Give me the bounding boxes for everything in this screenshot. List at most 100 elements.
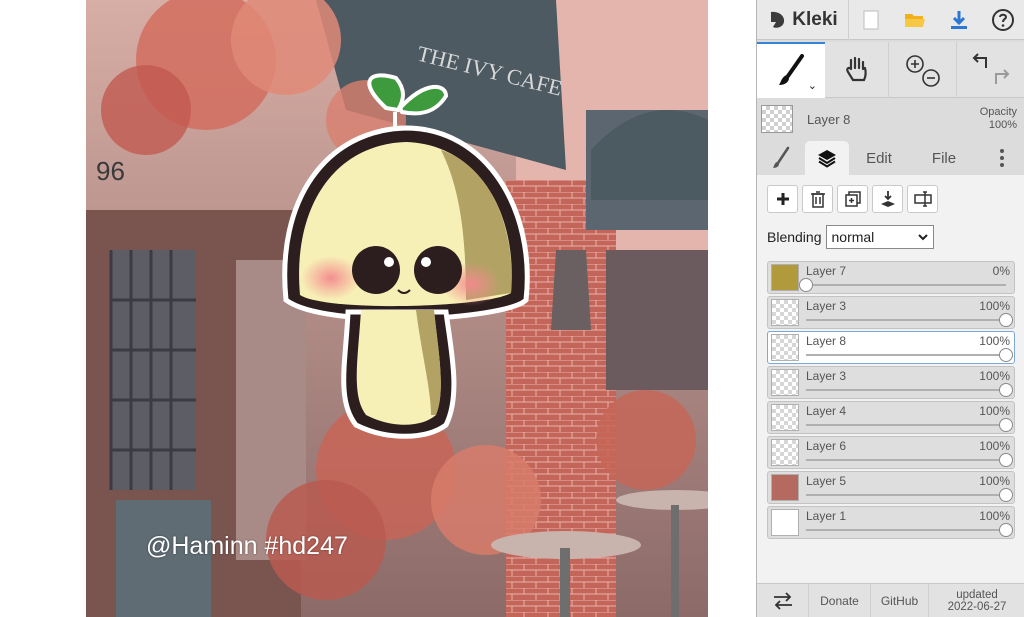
help-button[interactable] bbox=[981, 0, 1024, 40]
layer-row[interactable]: Layer 5 100% bbox=[767, 471, 1015, 504]
layer-thumbnail bbox=[771, 439, 799, 466]
blending-label: Blending bbox=[767, 229, 822, 245]
layer-row[interactable]: Layer 3 100% bbox=[767, 366, 1015, 399]
layer-opacity-slider[interactable] bbox=[806, 313, 1013, 327]
chevron-down-icon bbox=[917, 233, 928, 240]
add-layer-button[interactable] bbox=[767, 185, 798, 213]
donate-link[interactable]: Donate bbox=[809, 583, 871, 617]
blending-value: normal bbox=[831, 229, 875, 245]
slider-handle[interactable] bbox=[799, 278, 813, 292]
layer-row[interactable]: Layer 6 100% bbox=[767, 436, 1015, 469]
layer-thumbnail bbox=[771, 264, 799, 291]
layer-name: Layer 4 bbox=[806, 404, 847, 418]
house-number: 96 bbox=[96, 156, 125, 186]
rename-layer-button[interactable] bbox=[907, 185, 938, 213]
github-link[interactable]: GitHub bbox=[871, 583, 929, 617]
layer-opacity: 100% bbox=[979, 299, 1010, 313]
layer-opacity-slider[interactable] bbox=[799, 278, 1006, 292]
slider-handle[interactable] bbox=[999, 523, 1013, 537]
kleki-logo-icon bbox=[771, 11, 785, 28]
layer-thumbnail bbox=[771, 404, 799, 431]
slider-handle[interactable] bbox=[999, 488, 1013, 502]
layer-opacity-slider[interactable] bbox=[806, 453, 1013, 467]
plus-icon bbox=[776, 193, 789, 205]
delete-layer-button[interactable] bbox=[802, 185, 833, 213]
panel-tabs: Edit File bbox=[757, 139, 1024, 175]
canvas-area[interactable]: THE IVY CAFE 96 @Haminn #hd247 bbox=[0, 0, 756, 617]
sidebar-footer: Donate GitHub updated 2022-06-27 bbox=[757, 583, 1024, 617]
drawing-canvas[interactable]: THE IVY CAFE 96 @Haminn #hd247 bbox=[86, 0, 708, 617]
download-button[interactable] bbox=[937, 0, 981, 40]
slider-handle[interactable] bbox=[999, 418, 1013, 432]
brush-icon bbox=[779, 54, 804, 85]
undo-redo-controls bbox=[957, 42, 1024, 98]
more-options-button[interactable] bbox=[979, 141, 1024, 175]
layers-icon bbox=[818, 150, 836, 168]
chevron-down-icon[interactable]: ⌄ bbox=[808, 79, 817, 92]
sidebar-panel: Kleki ⌄ Layer 8 Opacity 100% Edit File B… bbox=[756, 0, 1024, 617]
layer-row[interactable]: Layer 7 0% bbox=[767, 261, 1015, 294]
layer-row[interactable]: Layer 1 100% bbox=[767, 506, 1015, 539]
layer-opacity-slider[interactable] bbox=[806, 348, 1013, 362]
layer-name: Layer 3 bbox=[806, 369, 847, 383]
current-layer-info: Layer 8 Opacity 100% bbox=[757, 99, 1024, 139]
layer-opacity: 100% bbox=[979, 439, 1010, 453]
open-file-button[interactable] bbox=[893, 0, 937, 40]
slider-handle[interactable] bbox=[999, 348, 1013, 362]
layer-opacity: 100% bbox=[979, 404, 1010, 418]
layer-name: Layer 1 bbox=[806, 509, 847, 523]
help-icon bbox=[992, 9, 1014, 31]
undo-redo-icon[interactable] bbox=[966, 50, 1016, 90]
tab-edit[interactable]: Edit bbox=[849, 141, 909, 175]
canvas-artwork: THE IVY CAFE 96 bbox=[86, 0, 708, 617]
slider-handle[interactable] bbox=[999, 383, 1013, 397]
duplicate-icon bbox=[844, 191, 861, 207]
layers-panel: Blending normal Layer 7 0% Layer 3 100% bbox=[757, 175, 1024, 583]
swap-sides-button[interactable] bbox=[757, 583, 809, 617]
watermark-text: @Haminn #hd247 bbox=[146, 532, 348, 560]
download-icon bbox=[951, 11, 967, 29]
layer-opacity: 100% bbox=[979, 509, 1010, 523]
layer-name: Layer 6 bbox=[806, 439, 847, 453]
opacity-label: Opacity bbox=[979, 106, 1017, 118]
blending-select[interactable]: normal bbox=[825, 225, 934, 249]
top-toolbar: Kleki bbox=[757, 0, 1024, 40]
layer-opacity-slider[interactable] bbox=[806, 418, 1013, 432]
zoom-in-out-icon[interactable] bbox=[899, 50, 947, 90]
layer-opacity: 100% bbox=[979, 369, 1010, 383]
slider-handle[interactable] bbox=[999, 453, 1013, 467]
layer-opacity-slider[interactable] bbox=[806, 383, 1013, 397]
brush-tab-icon bbox=[773, 146, 790, 168]
logo-text: Kleki bbox=[792, 9, 838, 30]
layer-row[interactable]: Layer 8 100% bbox=[767, 331, 1015, 364]
app-logo[interactable]: Kleki bbox=[757, 0, 849, 40]
layer-opacity-slider[interactable] bbox=[806, 523, 1013, 537]
slider-handle[interactable] bbox=[999, 313, 1013, 327]
updated-label: updated bbox=[956, 588, 998, 601]
layer-name: Layer 7 bbox=[806, 264, 847, 278]
tab-brush[interactable] bbox=[757, 141, 805, 175]
merge-down-icon bbox=[880, 191, 895, 207]
tool-row: ⌄ bbox=[757, 42, 1024, 98]
layer-opacity: 100% bbox=[979, 474, 1010, 488]
current-layer-opacity: Opacity 100% bbox=[980, 106, 1017, 132]
duplicate-layer-button[interactable] bbox=[837, 185, 868, 213]
layer-row[interactable]: Layer 3 100% bbox=[767, 296, 1015, 329]
current-layer-name: Layer 8 bbox=[807, 111, 851, 127]
merge-down-button[interactable] bbox=[872, 185, 903, 213]
layer-name: Layer 3 bbox=[806, 299, 847, 313]
hand-tool-button[interactable] bbox=[825, 42, 889, 98]
updated-info[interactable]: updated 2022-06-27 bbox=[929, 584, 1024, 617]
layer-thumbnail bbox=[771, 509, 799, 536]
updated-date: 2022-06-27 bbox=[947, 600, 1007, 613]
brush-tool-button[interactable]: ⌄ bbox=[757, 42, 825, 98]
layer-opacity-slider[interactable] bbox=[806, 488, 1013, 502]
rename-icon bbox=[913, 191, 932, 207]
tab-file[interactable]: File bbox=[909, 141, 979, 175]
tab-layers[interactable] bbox=[805, 141, 849, 175]
zoom-controls bbox=[889, 42, 957, 98]
more-vertical-icon bbox=[1000, 149, 1004, 167]
layer-name: Layer 8 bbox=[806, 334, 847, 348]
new-image-button[interactable] bbox=[849, 0, 893, 40]
layer-row[interactable]: Layer 4 100% bbox=[767, 401, 1015, 434]
